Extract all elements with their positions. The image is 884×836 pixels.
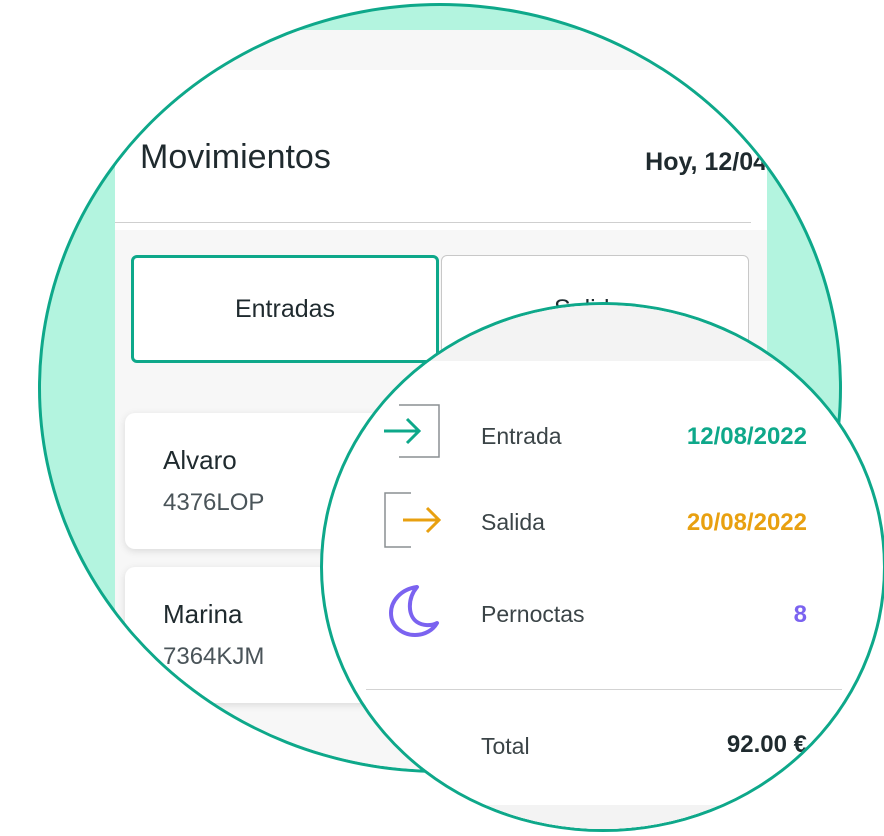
entry-arrow-icon (384, 404, 440, 458)
guest-plate: 7364KJM (163, 643, 265, 670)
guest-name: Alvaro (163, 445, 237, 475)
total-label: Total (481, 733, 530, 759)
guest-plate: 4376LOP (163, 489, 265, 516)
zoom-bottom-area (323, 805, 883, 829)
booking-detail-zoom: Entrada 12/08/2022 Salida 20/08/2022 Per… (320, 302, 884, 832)
pernoctas-count: 8 (793, 601, 807, 628)
zoom-top-area (323, 305, 883, 363)
current-date: Hoy, 12/04 (645, 148, 767, 176)
salida-date: 20/08/2022 (686, 509, 807, 536)
moon-icon (389, 585, 439, 637)
guest-name: Marina (163, 599, 243, 629)
salida-label: Salida (481, 509, 545, 535)
total-amount: 92.00 € (726, 731, 807, 758)
total-divider (366, 689, 842, 690)
tab-entradas-label: Entradas (234, 294, 336, 323)
entrada-date: 12/08/2022 (686, 423, 807, 450)
header-divider (115, 222, 751, 223)
page-title: Movimientos (140, 138, 331, 176)
exit-arrow-icon (384, 492, 442, 548)
